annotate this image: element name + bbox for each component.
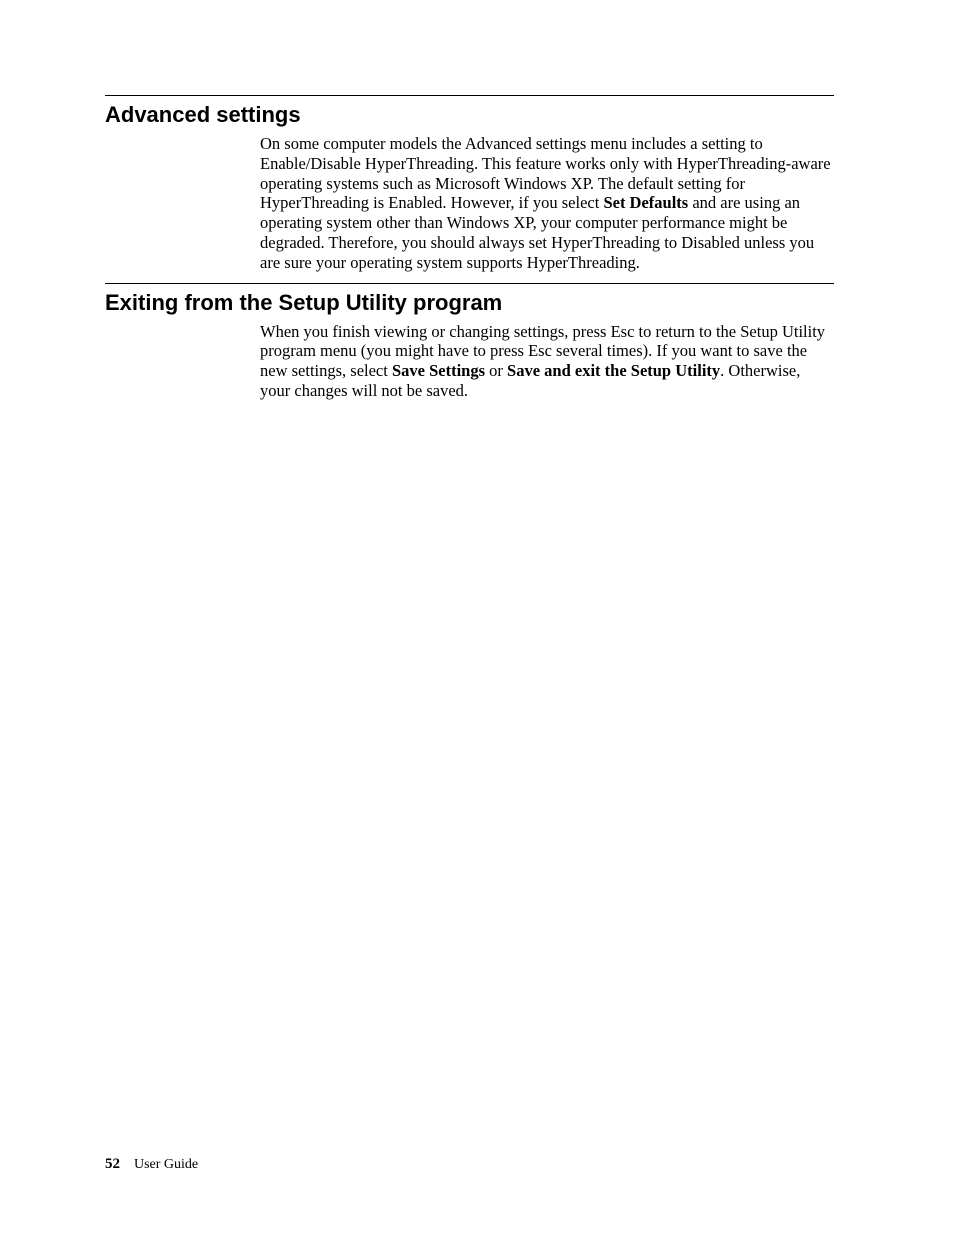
section-exiting-setup-utility: Exiting from the Setup Utility program W… bbox=[105, 283, 834, 401]
footer-title: User Guide bbox=[134, 1157, 198, 1172]
bold-set-defaults: Set Defaults bbox=[603, 193, 688, 212]
document-page: Advanced settings On some computer model… bbox=[0, 0, 954, 1235]
paragraph-exiting-setup-utility: When you finish viewing or changing sett… bbox=[260, 322, 834, 401]
section-advanced-settings: Advanced settings On some computer model… bbox=[105, 95, 834, 273]
bold-save-and-exit: Save and exit the Setup Utility bbox=[507, 361, 720, 380]
heading-exiting-setup-utility: Exiting from the Setup Utility program bbox=[105, 290, 834, 316]
page-number: 52 bbox=[105, 1156, 120, 1172]
section-rule bbox=[105, 95, 834, 96]
bold-save-settings: Save Settings bbox=[392, 361, 485, 380]
page-footer: 52 User Guide bbox=[105, 1156, 198, 1173]
heading-advanced-settings: Advanced settings bbox=[105, 102, 834, 128]
text-run: or bbox=[485, 361, 507, 380]
section-rule bbox=[105, 283, 834, 284]
paragraph-advanced-settings: On some computer models the Advanced set… bbox=[260, 134, 834, 273]
